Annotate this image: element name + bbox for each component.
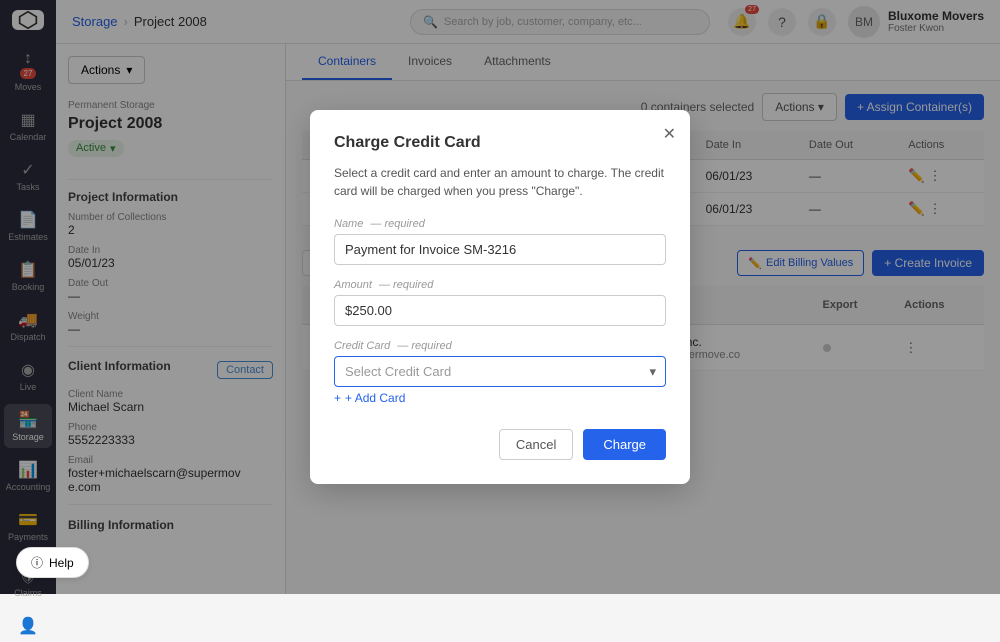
credit-card-select[interactable]: Select Credit Card [334,356,666,387]
amount-required-label: — required [379,279,433,291]
modal-title: Charge Credit Card [334,134,666,152]
name-field-group: Name — required [334,218,666,265]
add-card-button[interactable]: + + Add Card [334,387,405,409]
sidebar-item-user[interactable]: 👤 [4,610,52,642]
help-label: Help [49,556,74,570]
amount-input[interactable] [334,295,666,326]
name-input[interactable] [334,234,666,265]
modal-overlay: ✕ Charge Credit Card Select a credit car… [0,0,1000,594]
user-icon: 👤 [18,616,38,636]
charge-credit-card-modal: ✕ Charge Credit Card Select a credit car… [310,110,690,484]
name-label: Name — required [334,218,666,230]
amount-field-group: Amount — required [334,279,666,326]
credit-card-label: Credit Card — required [334,340,666,352]
help-button[interactable]: ⓘ Help [16,547,89,578]
credit-card-field-group: Credit Card — required Select Credit Car… [334,340,666,409]
amount-label: Amount — required [334,279,666,291]
modal-close-button[interactable]: ✕ [663,124,676,144]
help-icon: ⓘ [31,554,43,571]
name-required-label: — required [370,218,424,230]
credit-card-required-label: — required [397,340,451,352]
plus-icon: + [334,391,341,405]
charge-button[interactable]: Charge [583,429,666,460]
cancel-button[interactable]: Cancel [499,429,573,460]
modal-description: Select a credit card and enter an amount… [334,164,666,200]
credit-card-select-wrapper: Select Credit Card ▾ [334,356,666,387]
modal-footer: Cancel Charge [334,429,666,460]
